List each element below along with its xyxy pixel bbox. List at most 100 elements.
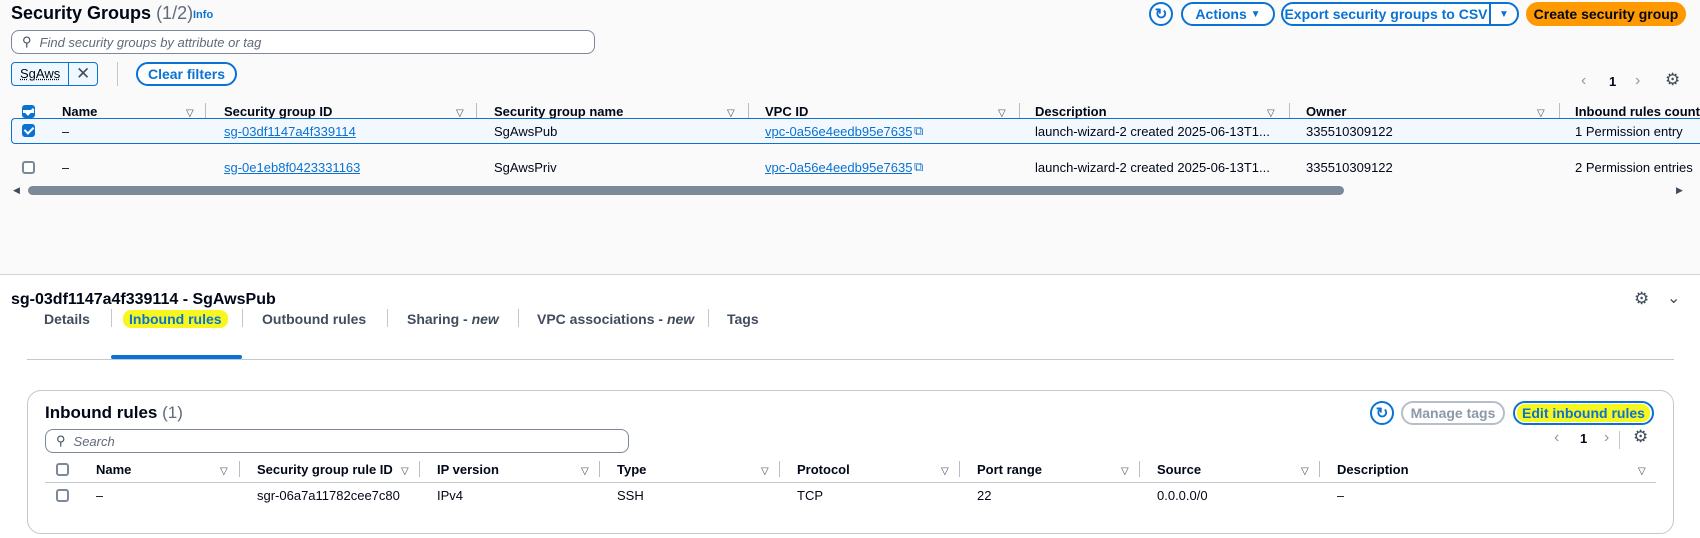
settings-gear-icon[interactable]: ⚙ — [1633, 427, 1648, 447]
settings-gear-icon[interactable]: ⚙ — [1634, 289, 1649, 309]
info-link[interactable]: Info — [193, 9, 213, 21]
col-separator[interactable] — [748, 103, 749, 119]
next-page-icon[interactable]: › — [1604, 429, 1609, 447]
col-separator[interactable] — [959, 461, 960, 477]
tab-separator — [111, 309, 112, 327]
refresh-button[interactable]: ↻ — [1370, 401, 1394, 425]
manage-tags-button[interactable]: Manage tags — [1401, 401, 1505, 425]
cell-description: – — [1337, 488, 1345, 503]
col-separator[interactable] — [1559, 103, 1560, 119]
scroll-left-icon[interactable]: ◀ — [13, 185, 20, 196]
row-checkbox[interactable] — [22, 124, 35, 137]
export-csv-button[interactable]: Export security groups to CSV — [1281, 2, 1491, 26]
vpc-id-link[interactable]: vpc-0a56e4eedb95e7635 — [765, 160, 912, 175]
page-title: Security Groups (1/2) — [11, 3, 194, 23]
col-owner[interactable]: Owner — [1306, 104, 1346, 119]
col-description[interactable]: Description — [1035, 104, 1107, 119]
prev-page-icon[interactable]: ‹ — [1581, 72, 1586, 90]
cell-inbound-count: 1 Permission entry — [1575, 124, 1683, 139]
sort-icon[interactable]: ▽ — [761, 466, 769, 477]
col-port-range[interactable]: Port range — [977, 462, 1042, 477]
next-page-icon[interactable]: › — [1635, 72, 1640, 90]
inbound-rules-container: Inbound rules (1) ↻ Manage tags Edit inb… — [27, 390, 1674, 534]
sort-icon[interactable]: ▽ — [581, 466, 589, 477]
col-vpc-id[interactable]: VPC ID — [765, 104, 808, 119]
filter-token: SgAws ✕ — [11, 62, 98, 86]
tab-tags[interactable]: Tags — [727, 308, 759, 330]
cell-name: – — [62, 160, 70, 175]
cell-source: 0.0.0.0/0 — [1157, 488, 1208, 503]
search-icon: ⚲ — [56, 433, 66, 448]
col-separator[interactable] — [205, 103, 206, 119]
divider — [1619, 431, 1620, 449]
sort-icon[interactable]: ▽ — [941, 466, 949, 477]
close-icon[interactable]: ✕ — [69, 63, 97, 85]
scroll-right-icon[interactable]: ▶ — [1676, 185, 1683, 196]
col-separator[interactable] — [1139, 461, 1140, 477]
export-dropdown-button[interactable]: ▼ — [1489, 2, 1519, 26]
col-separator[interactable] — [1019, 103, 1020, 119]
refresh-button[interactable]: ↻ — [1149, 2, 1173, 26]
collapse-chevron-icon[interactable]: ⌄ — [1667, 288, 1680, 308]
search-icon: ⚲ — [22, 34, 32, 49]
col-separator[interactable] — [779, 461, 780, 477]
horizontal-scrollbar[interactable] — [28, 186, 1344, 195]
search-input[interactable]: ⚲ Search — [45, 429, 629, 453]
select-all-checkbox[interactable] — [56, 463, 69, 476]
tab-sharing[interactable]: Sharing - new — [407, 308, 499, 330]
page-number[interactable]: 1 — [1580, 431, 1587, 446]
cell-description: launch-wizard-2 created 2025-06-13T1... — [1035, 124, 1270, 139]
create-security-group-button[interactable]: Create security group — [1526, 2, 1686, 26]
col-separator[interactable] — [476, 103, 477, 119]
divider — [117, 62, 118, 86]
cell-name: – — [96, 488, 104, 503]
sort-icon[interactable]: ▽ — [1301, 466, 1309, 477]
col-description[interactable]: Description — [1337, 462, 1409, 477]
cell-owner: 335510309122 — [1306, 160, 1393, 175]
prev-page-icon[interactable]: ‹ — [1554, 429, 1559, 447]
col-name[interactable]: Name — [62, 104, 97, 119]
cell-inbound-count: 2 Permission entries — [1575, 160, 1693, 175]
col-ip-version[interactable]: IP version — [437, 462, 499, 477]
col-rule-id[interactable]: Security group rule ID — [257, 462, 393, 477]
tab-separator — [242, 309, 243, 327]
col-name[interactable]: Name — [96, 462, 131, 477]
search-input[interactable]: ⚲ Find security groups by attribute or t… — [11, 30, 595, 54]
sort-icon[interactable]: ▽ — [1121, 466, 1129, 477]
col-security-group-id[interactable]: Security group ID — [224, 104, 332, 119]
refresh-icon: ↻ — [1154, 6, 1168, 23]
security-groups-panel: Security Groups (1/2) Info ↻ Actions ▼ E… — [0, 0, 1700, 275]
col-inbound-rules-count[interactable]: Inbound rules count — [1575, 104, 1700, 119]
sg-id-link[interactable]: sg-03df1147a4f339114 — [224, 124, 356, 139]
tab-inbound-rules[interactable]: Inbound rules — [123, 308, 228, 330]
external-link-icon[interactable]: ⧉ — [914, 159, 923, 175]
cell-protocol: TCP — [797, 488, 823, 503]
sort-icon[interactable]: ▽ — [401, 466, 409, 477]
sort-icon[interactable]: ▽ — [220, 466, 228, 477]
sg-id-link[interactable]: sg-0e1eb8f0423331163 — [224, 160, 360, 175]
col-security-group-name[interactable]: Security group name — [494, 104, 623, 119]
edit-inbound-rules-button[interactable]: Edit inbound rules — [1513, 401, 1654, 425]
page-number[interactable]: 1 — [1609, 74, 1616, 89]
sort-icon[interactable]: ▽ — [1638, 466, 1646, 477]
col-protocol[interactable]: Protocol — [797, 462, 850, 477]
cell-name: – — [62, 124, 70, 139]
col-type[interactable]: Type — [617, 462, 646, 477]
col-separator[interactable] — [419, 461, 420, 477]
col-source[interactable]: Source — [1157, 462, 1201, 477]
tab-details[interactable]: Details — [44, 308, 90, 330]
col-separator[interactable] — [599, 461, 600, 477]
row-checkbox[interactable] — [56, 489, 69, 502]
external-link-icon[interactable]: ⧉ — [914, 123, 923, 139]
row-checkbox[interactable] — [22, 161, 35, 174]
settings-gear-icon[interactable]: ⚙ — [1665, 70, 1680, 90]
col-separator[interactable] — [239, 461, 240, 477]
actions-button[interactable]: Actions ▼ — [1181, 2, 1275, 26]
col-separator[interactable] — [1289, 103, 1290, 119]
vpc-id-link[interactable]: vpc-0a56e4eedb95e7635 — [765, 124, 912, 139]
tab-separator — [708, 309, 709, 327]
tab-vpc-associations[interactable]: VPC associations - new — [537, 308, 694, 330]
clear-filters-button[interactable]: Clear filters — [136, 62, 237, 86]
tab-outbound-rules[interactable]: Outbound rules — [262, 308, 366, 330]
col-separator[interactable] — [1319, 461, 1320, 477]
